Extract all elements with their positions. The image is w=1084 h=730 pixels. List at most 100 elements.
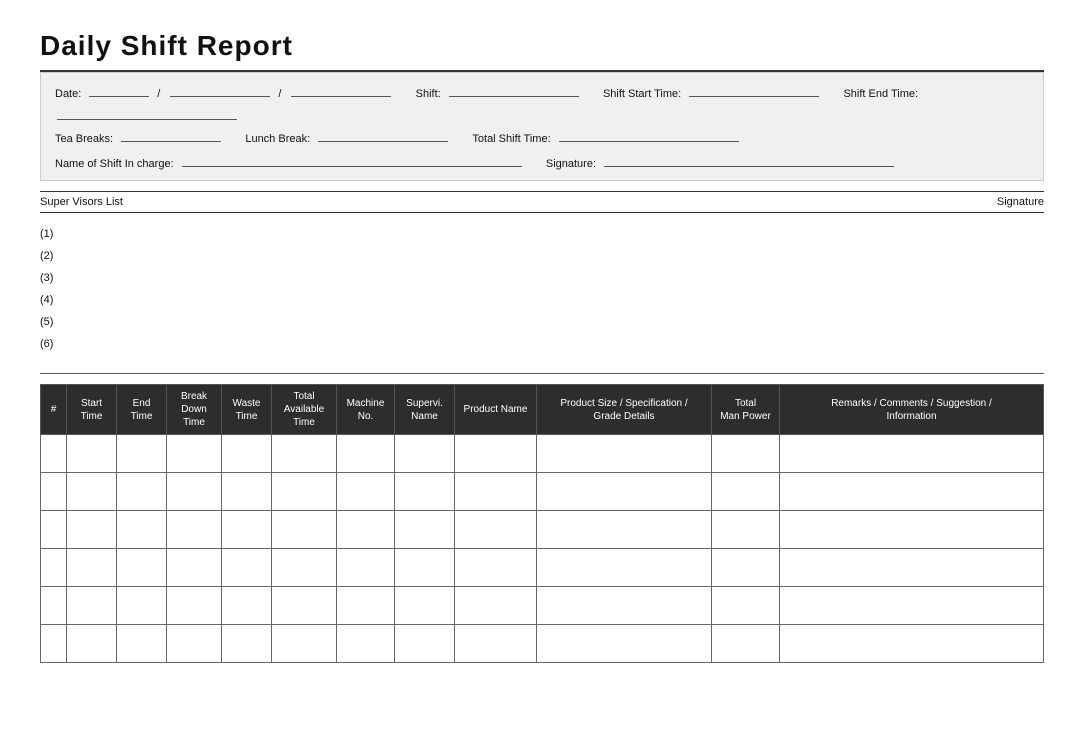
cell-break-5[interactable]: [167, 587, 222, 625]
supervisors-list-label: Super Visors List: [40, 196, 123, 208]
cell-prodsize-6[interactable]: [537, 625, 712, 663]
cell-break-2[interactable]: [167, 473, 222, 511]
cell-prodsize-1[interactable]: [537, 435, 712, 473]
shift-field[interactable]: [449, 83, 579, 97]
cell-end-5[interactable]: [117, 587, 167, 625]
cell-hash-2[interactable]: [41, 473, 67, 511]
cell-prodname-2[interactable]: [455, 473, 537, 511]
cell-waste-2[interactable]: [222, 473, 272, 511]
date-label: Date:: [55, 88, 81, 100]
cell-manpower-1[interactable]: [712, 435, 780, 473]
col-header-start-time: StartTime: [67, 385, 117, 435]
shift-end-label: Shift End Time:: [843, 88, 918, 100]
cell-waste-3[interactable]: [222, 511, 272, 549]
cell-start-4[interactable]: [67, 549, 117, 587]
cell-hash-1[interactable]: [41, 435, 67, 473]
header-row-2: Tea Breaks: Lunch Break: Total Shift Tim…: [55, 128, 1029, 145]
cell-supervi-1[interactable]: [395, 435, 455, 473]
cell-manpower-3[interactable]: [712, 511, 780, 549]
cell-prodsize-4[interactable]: [537, 549, 712, 587]
lunch-break-field[interactable]: [318, 128, 448, 142]
cell-remarks-6[interactable]: [780, 625, 1044, 663]
shift-table: # StartTime EndTime BreakDownTime WasteT…: [40, 384, 1044, 663]
col-header-supervi-name: Supervi.Name: [395, 385, 455, 435]
shift-start-field[interactable]: [689, 83, 819, 97]
cell-waste-4[interactable]: [222, 549, 272, 587]
date-field-year[interactable]: [291, 83, 391, 97]
cell-prodname-4[interactable]: [455, 549, 537, 587]
cell-manpower-5[interactable]: [712, 587, 780, 625]
cell-supervi-4[interactable]: [395, 549, 455, 587]
col-header-machine-no: MachineNo.: [337, 385, 395, 435]
cell-machine-5[interactable]: [337, 587, 395, 625]
cell-end-4[interactable]: [117, 549, 167, 587]
total-shift-field[interactable]: [559, 128, 739, 142]
cell-remarks-2[interactable]: [780, 473, 1044, 511]
cell-start-3[interactable]: [67, 511, 117, 549]
cell-avail-1[interactable]: [272, 435, 337, 473]
cell-supervi-5[interactable]: [395, 587, 455, 625]
cell-start-1[interactable]: [67, 435, 117, 473]
table-row: [41, 625, 1044, 663]
date-field-month[interactable]: [170, 83, 270, 97]
page-title: Daily Shift Report: [40, 30, 1044, 62]
date-field-day[interactable]: [89, 83, 149, 97]
cell-avail-5[interactable]: [272, 587, 337, 625]
supervisors-header: Super Visors List Signature: [40, 191, 1044, 213]
cell-supervi-6[interactable]: [395, 625, 455, 663]
cell-prodsize-3[interactable]: [537, 511, 712, 549]
cell-break-6[interactable]: [167, 625, 222, 663]
cell-hash-4[interactable]: [41, 549, 67, 587]
cell-end-6[interactable]: [117, 625, 167, 663]
table-header-row: # StartTime EndTime BreakDownTime WasteT…: [41, 385, 1044, 435]
cell-manpower-4[interactable]: [712, 549, 780, 587]
cell-remarks-1[interactable]: [780, 435, 1044, 473]
cell-hash-5[interactable]: [41, 587, 67, 625]
cell-remarks-5[interactable]: [780, 587, 1044, 625]
header-row-1: Date: / / Shift: Shift Start Time: Shift…: [55, 83, 1029, 120]
cell-end-3[interactable]: [117, 511, 167, 549]
cell-start-2[interactable]: [67, 473, 117, 511]
cell-prodname-1[interactable]: [455, 435, 537, 473]
cell-prodsize-5[interactable]: [537, 587, 712, 625]
cell-hash-6[interactable]: [41, 625, 67, 663]
shift-end-field[interactable]: [57, 106, 237, 120]
cell-start-6[interactable]: [67, 625, 117, 663]
shift-label: Shift:: [416, 88, 441, 100]
col-header-product-name: Product Name: [455, 385, 537, 435]
cell-remarks-4[interactable]: [780, 549, 1044, 587]
col-header-product-size: Product Size / Specification /Grade Deta…: [537, 385, 712, 435]
tea-breaks-field[interactable]: [121, 128, 221, 142]
signature-field[interactable]: [604, 153, 894, 167]
name-in-charge-field[interactable]: [182, 153, 522, 167]
cell-avail-3[interactable]: [272, 511, 337, 549]
cell-prodname-6[interactable]: [455, 625, 537, 663]
cell-supervi-2[interactable]: [395, 473, 455, 511]
cell-machine-4[interactable]: [337, 549, 395, 587]
cell-hash-3[interactable]: [41, 511, 67, 549]
cell-supervi-3[interactable]: [395, 511, 455, 549]
cell-waste-1[interactable]: [222, 435, 272, 473]
cell-break-1[interactable]: [167, 435, 222, 473]
cell-manpower-6[interactable]: [712, 625, 780, 663]
cell-end-1[interactable]: [117, 435, 167, 473]
cell-avail-4[interactable]: [272, 549, 337, 587]
cell-prodname-5[interactable]: [455, 587, 537, 625]
header-row-3: Name of Shift In charge: Signature:: [55, 153, 1029, 170]
cell-waste-6[interactable]: [222, 625, 272, 663]
cell-machine-3[interactable]: [337, 511, 395, 549]
cell-break-4[interactable]: [167, 549, 222, 587]
cell-machine-2[interactable]: [337, 473, 395, 511]
cell-prodsize-2[interactable]: [537, 473, 712, 511]
cell-start-5[interactable]: [67, 587, 117, 625]
cell-avail-2[interactable]: [272, 473, 337, 511]
cell-waste-5[interactable]: [222, 587, 272, 625]
cell-machine-6[interactable]: [337, 625, 395, 663]
cell-break-3[interactable]: [167, 511, 222, 549]
cell-prodname-3[interactable]: [455, 511, 537, 549]
cell-manpower-2[interactable]: [712, 473, 780, 511]
cell-remarks-3[interactable]: [780, 511, 1044, 549]
cell-end-2[interactable]: [117, 473, 167, 511]
cell-machine-1[interactable]: [337, 435, 395, 473]
cell-avail-6[interactable]: [272, 625, 337, 663]
